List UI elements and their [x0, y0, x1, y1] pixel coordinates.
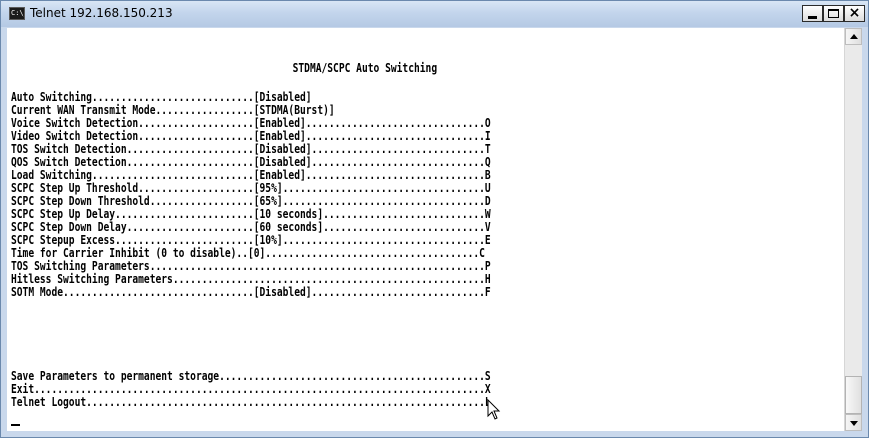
settings-menu: Auto Switching..........................… — [11, 91, 611, 299]
text-cursor — [11, 424, 20, 426]
minimize-icon — [808, 16, 817, 19]
console-heading-line: STDMA/SCPC Auto Switching — [7, 62, 844, 75]
scroll-down-button[interactable] — [845, 414, 862, 431]
menu-action-row[interactable]: Telnet Logout...........................… — [11, 396, 491, 409]
scroll-up-icon — [850, 34, 858, 39]
title-bar[interactable]: C:\_ Telnet 192.168.150.213 × — [1, 1, 868, 27]
minimize-button[interactable] — [802, 5, 823, 22]
maximize-button[interactable] — [823, 5, 844, 22]
vertical-scrollbar[interactable] — [844, 28, 862, 431]
menu-option-row[interactable]: SOTM Mode...............................… — [11, 286, 491, 299]
window-title: Telnet 192.168.150.213 — [30, 6, 173, 20]
telnet-window: C:\_ Telnet 192.168.150.213 × STDMA/SCPC… — [0, 0, 869, 438]
scrollbar-thumb[interactable] — [845, 376, 862, 414]
console-area[interactable]: STDMA/SCPC Auto Switching Auto Switching… — [7, 28, 844, 431]
scroll-up-button[interactable] — [845, 28, 862, 45]
console-app-icon[interactable]: C:\_ — [9, 7, 25, 20]
close-button[interactable]: × — [844, 5, 865, 22]
console-heading: STDMA/SCPC Auto Switching — [292, 61, 438, 75]
maximize-icon — [828, 9, 839, 18]
mouse-pointer-icon — [487, 399, 501, 420]
actions-menu: Save Parameters to permanent storage....… — [11, 370, 611, 409]
scroll-down-icon — [850, 421, 858, 426]
close-icon: × — [848, 5, 861, 21]
